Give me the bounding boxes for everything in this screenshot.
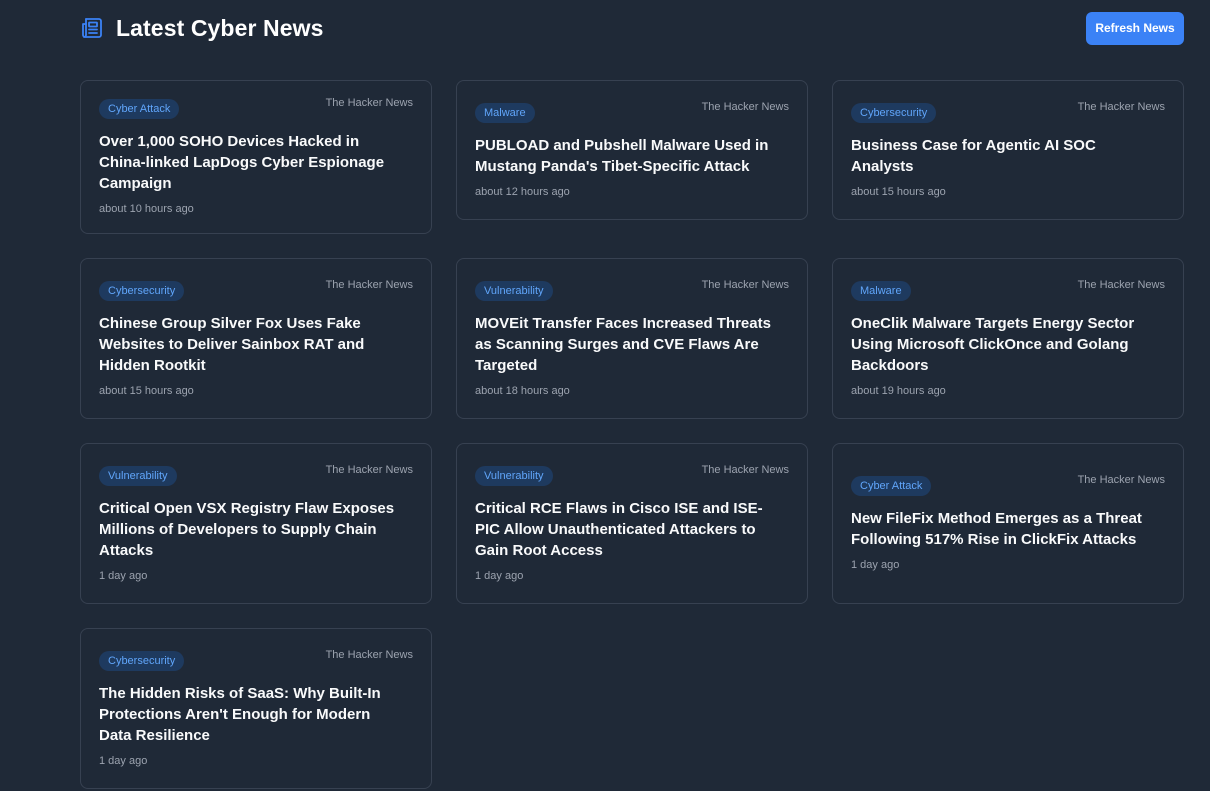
news-card[interactable]: Vulnerability The Hacker News MOVEit Tra… xyxy=(456,258,808,419)
category-badge: Malware xyxy=(475,102,535,123)
news-timestamp: about 15 hours ago xyxy=(851,185,946,198)
news-timestamp: 1 day ago xyxy=(851,559,900,571)
news-title[interactable]: Critical Open VSX Registry Flaw Exposes … xyxy=(99,498,413,561)
news-source: The Hacker News xyxy=(1077,278,1165,291)
news-card[interactable]: Cybersecurity The Hacker News Chinese Gr… xyxy=(80,258,432,419)
card-header: Vulnerability The Hacker News xyxy=(99,463,413,486)
news-card[interactable]: Vulnerability The Hacker News Critical R… xyxy=(456,443,808,604)
card-header: Cyber Attack The Hacker News xyxy=(99,97,413,119)
news-timestamp: 1 day ago xyxy=(99,754,148,767)
news-title[interactable]: Critical RCE Flaws in Cisco ISE and ISE-… xyxy=(475,498,789,561)
news-source: The Hacker News xyxy=(701,463,789,476)
card-header: Malware The Hacker News xyxy=(475,100,789,123)
news-card[interactable]: Malware The Hacker News PUBLOAD and Pubs… xyxy=(456,80,808,220)
news-source: The Hacker News xyxy=(701,278,789,291)
card-header: Vulnerability The Hacker News xyxy=(475,278,789,301)
title-group: Latest Cyber News xyxy=(80,15,324,42)
news-card[interactable]: Cyber Attack The Hacker News Over 1,000 … xyxy=(80,80,432,234)
card-header: Vulnerability The Hacker News xyxy=(475,463,789,486)
news-source: The Hacker News xyxy=(701,100,789,113)
page-title: Latest Cyber News xyxy=(116,14,324,41)
news-timestamp: about 12 hours ago xyxy=(475,185,570,198)
news-timestamp: about 19 hours ago xyxy=(851,384,946,397)
news-source: The Hacker News xyxy=(325,97,413,109)
refresh-news-button[interactable]: Refresh News xyxy=(1086,11,1184,45)
news-card[interactable]: Vulnerability The Hacker News Critical O… xyxy=(80,443,432,604)
category-badge: Cybersecurity xyxy=(851,102,937,123)
news-title[interactable]: OneClik Malware Targets Energy Sector Us… xyxy=(851,313,1165,376)
news-timestamp: 1 day ago xyxy=(99,569,148,582)
card-header: Cybersecurity The Hacker News xyxy=(99,278,413,301)
category-badge: Cybersecurity xyxy=(99,280,185,301)
news-card[interactable]: Malware The Hacker News OneClik Malware … xyxy=(832,258,1184,419)
news-title[interactable]: Chinese Group Silver Fox Uses Fake Websi… xyxy=(99,313,413,376)
page-header: Latest Cyber News Refresh News xyxy=(80,11,1184,45)
news-source: The Hacker News xyxy=(1077,100,1165,113)
news-timestamp: about 18 hours ago xyxy=(475,384,570,397)
category-badge: Cyber Attack xyxy=(99,99,180,119)
category-badge: Malware xyxy=(851,280,911,301)
news-title[interactable]: Business Case for Agentic AI SOC Analyst… xyxy=(851,135,1165,177)
card-header: Cybersecurity The Hacker News xyxy=(851,100,1165,123)
news-title[interactable]: MOVEit Transfer Faces Increased Threats … xyxy=(475,313,789,376)
news-card[interactable]: Cybersecurity The Hacker News Business C… xyxy=(832,80,1184,220)
card-header: Cybersecurity The Hacker News xyxy=(99,648,413,671)
news-source: The Hacker News xyxy=(1077,474,1165,486)
newspaper-icon xyxy=(80,16,104,40)
card-header: Cyber Attack The Hacker News xyxy=(851,474,1165,496)
news-timestamp: 1 day ago xyxy=(475,569,524,582)
category-badge: Vulnerability xyxy=(475,280,553,301)
category-badge: Vulnerability xyxy=(99,465,177,486)
news-title[interactable]: The Hidden Risks of SaaS: Why Built-In P… xyxy=(99,683,413,746)
news-timestamp: about 15 hours ago xyxy=(99,384,194,397)
news-card[interactable]: Cyber Attack The Hacker News New FileFix… xyxy=(832,443,1184,604)
news-title[interactable]: PUBLOAD and Pubshell Malware Used in Mus… xyxy=(475,135,789,177)
news-timestamp: about 10 hours ago xyxy=(99,203,194,215)
news-source: The Hacker News xyxy=(325,278,413,291)
news-title[interactable]: New FileFix Method Emerges as a Threat F… xyxy=(851,508,1165,550)
category-badge: Cybersecurity xyxy=(99,650,185,671)
news-source: The Hacker News xyxy=(325,463,413,476)
news-title[interactable]: Over 1,000 SOHO Devices Hacked in China-… xyxy=(99,131,413,194)
category-badge: Vulnerability xyxy=(475,465,553,486)
news-source: The Hacker News xyxy=(325,648,413,661)
news-card[interactable]: Cybersecurity The Hacker News The Hidden… xyxy=(80,628,432,789)
category-badge: Cyber Attack xyxy=(851,476,932,496)
card-header: Malware The Hacker News xyxy=(851,278,1165,301)
news-grid: Cyber Attack The Hacker News Over 1,000 … xyxy=(80,80,1184,789)
